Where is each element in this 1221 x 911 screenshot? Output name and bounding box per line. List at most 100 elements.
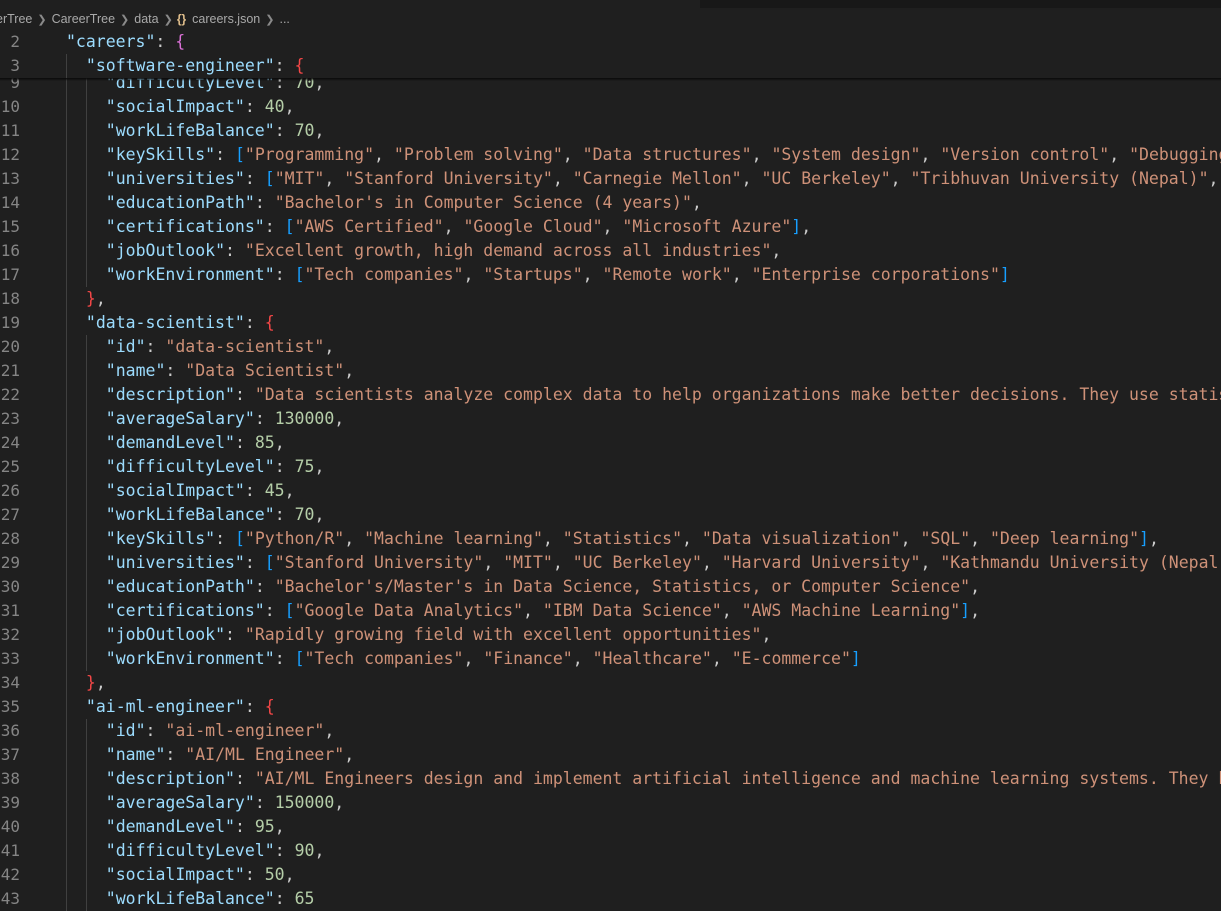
code-line[interactable]: 14 "educationPath": "Bachelor's in Comput… <box>0 191 1221 215</box>
line-number[interactable]: 35 <box>0 695 20 719</box>
code-text[interactable]: "workEnvironment": ["Tech companies", "S… <box>106 263 1010 287</box>
line-number[interactable]: 2 <box>0 30 20 54</box>
code-line[interactable]: 17 "workEnvironment": ["Tech companies", … <box>0 263 1221 287</box>
code-text[interactable]: "description": "Data scientists analyze … <box>106 383 1221 407</box>
line-number[interactable]: 20 <box>0 335 20 359</box>
code-line[interactable]: 10 "socialImpact": 40, <box>0 95 1221 119</box>
line-number[interactable]: 18 <box>0 287 20 311</box>
code-line[interactable]: 31 "certifications": ["Google Data Analyt… <box>0 599 1221 623</box>
breadcrumb-item-root[interactable]: erTree <box>0 12 33 26</box>
code-text[interactable]: "description": "AI/ML Engineers design a… <box>106 767 1221 791</box>
code-line[interactable]: 15 "certifications": ["AWS Certified", "G… <box>0 215 1221 239</box>
code-line[interactable]: 24 "demandLevel": 85, <box>0 431 1221 455</box>
line-number[interactable]: 26 <box>0 479 20 503</box>
code-text[interactable]: "name": "Data Scientist", <box>106 359 354 383</box>
code-text[interactable]: "educationPath": "Bachelor's/Master's in… <box>106 575 980 599</box>
line-number[interactable]: 16 <box>0 239 20 263</box>
line-number[interactable]: 12 <box>0 143 20 167</box>
code-line[interactable]: 28 "keySkills": ["Python/R", "Machine lea… <box>0 527 1221 551</box>
line-number[interactable]: 3 <box>0 54 20 78</box>
code-text[interactable]: "jobOutlook": "Rapidly growing field wit… <box>106 623 772 647</box>
code-text[interactable]: "id": "ai-ml-engineer", <box>106 719 335 743</box>
code-line[interactable]: 39 "averageSalary": 150000, <box>0 791 1221 815</box>
line-number[interactable]: 33 <box>0 647 20 671</box>
code-text[interactable]: }, <box>86 671 106 695</box>
line-number[interactable]: 36 <box>0 719 20 743</box>
code-text[interactable]: "socialImpact": 45, <box>106 479 295 503</box>
line-number[interactable]: 27 <box>0 503 20 527</box>
sticky-scroll-header[interactable]: 2 "careers": { 3 "software-engineer": { <box>0 30 1221 78</box>
code-text[interactable]: "averageSalary": 130000, <box>106 407 344 431</box>
code-line[interactable]: 42 "socialImpact": 50, <box>0 863 1221 887</box>
code-line[interactable]: 33 "workEnvironment": ["Tech companies", … <box>0 647 1221 671</box>
code-line[interactable]: 32 "jobOutlook": "Rapidly growing field w… <box>0 623 1221 647</box>
line-number[interactable]: 40 <box>0 815 20 839</box>
code-line[interactable]: 36 "id": "ai-ml-engineer", <box>0 719 1221 743</box>
code-text[interactable]: "id": "data-scientist", <box>106 335 335 359</box>
line-number[interactable]: 10 <box>0 95 20 119</box>
line-number[interactable]: 39 <box>0 791 20 815</box>
code-text[interactable]: "universities": ["MIT", "Stanford Univer… <box>106 167 1219 191</box>
line-number[interactable]: 34 <box>0 671 20 695</box>
breadcrumb-item-file[interactable]: careers.json <box>191 12 261 26</box>
code-text[interactable]: "averageSalary": 150000, <box>106 791 344 815</box>
code-line[interactable]: 22 "description": "Data scientists analyz… <box>0 383 1221 407</box>
line-number[interactable]: 38 <box>0 767 20 791</box>
code-line[interactable]: 11 "workLifeBalance": 70, <box>0 119 1221 143</box>
line-number[interactable]: 21 <box>0 359 20 383</box>
code-text[interactable]: "workEnvironment": ["Tech companies", "F… <box>106 647 861 671</box>
code-text[interactable]: "keySkills": ["Programming", "Problem so… <box>106 143 1221 167</box>
line-number[interactable]: 29 <box>0 551 20 575</box>
code-text[interactable]: "educationPath": "Bachelor's in Computer… <box>106 191 702 215</box>
code-line[interactable]: 21 "name": "Data Scientist", <box>0 359 1221 383</box>
code-line[interactable]: 18}, <box>0 287 1221 311</box>
code-text[interactable]: "name": "AI/ML Engineer", <box>106 743 354 767</box>
code-text[interactable]: "jobOutlook": "Excellent growth, high de… <box>106 239 782 263</box>
line-number[interactable]: 14 <box>0 191 20 215</box>
code-text[interactable]: "demandLevel": 95, <box>106 815 285 839</box>
line-number[interactable]: 11 <box>0 119 20 143</box>
code-text[interactable]: "socialImpact": 40, <box>106 95 295 119</box>
code-line[interactable]: 26 "socialImpact": 45, <box>0 479 1221 503</box>
code-text[interactable]: "socialImpact": 50, <box>106 863 295 887</box>
code-line[interactable]: 13 "universities": ["MIT", "Stanford Univ… <box>0 167 1221 191</box>
line-number[interactable]: 15 <box>0 215 20 239</box>
code-line[interactable]: 19 "data-scientist": { <box>0 311 1221 335</box>
code-text[interactable]: "keySkills": ["Python/R", "Machine learn… <box>106 527 1159 551</box>
code-line[interactable]: 40 "demandLevel": 95, <box>0 815 1221 839</box>
line-number[interactable]: 37 <box>0 743 20 767</box>
code-text[interactable]: "workLifeBalance": 65 <box>106 887 315 911</box>
line-number[interactable]: 13 <box>0 167 20 191</box>
code-text[interactable]: "ai-ml-engineer": { <box>86 695 275 719</box>
line-number[interactable]: 24 <box>0 431 20 455</box>
code-line[interactable]: 25 "difficultyLevel": 75, <box>0 455 1221 479</box>
line-number[interactable]: 31 <box>0 599 20 623</box>
code-text[interactable]: "certifications": ["Google Data Analytic… <box>106 599 980 623</box>
line-number[interactable]: 42 <box>0 863 20 887</box>
code-text[interactable]: "universities": ["Stanford University", … <box>106 551 1221 575</box>
code-line[interactable]: 27 "workLifeBalance": 70, <box>0 503 1221 527</box>
code-line[interactable]: 34}, <box>0 671 1221 695</box>
code-text[interactable]: "workLifeBalance": 70, <box>106 503 325 527</box>
code-line[interactable]: 30 "educationPath": "Bachelor's/Master's … <box>0 575 1221 599</box>
line-number[interactable]: 25 <box>0 455 20 479</box>
line-number[interactable]: 28 <box>0 527 20 551</box>
code-text[interactable]: "careers": { <box>66 30 185 54</box>
breadcrumb-item-folder[interactable]: data <box>133 12 159 26</box>
line-number[interactable]: 23 <box>0 407 20 431</box>
line-number[interactable]: 41 <box>0 839 20 863</box>
line-number[interactable]: 17 <box>0 263 20 287</box>
code-line[interactable]: 23 "averageSalary": 130000, <box>0 407 1221 431</box>
code-line[interactable]: 29 "universities": ["Stanford University"… <box>0 551 1221 575</box>
line-number[interactable]: 22 <box>0 383 20 407</box>
code-line[interactable]: 20 "id": "data-scientist", <box>0 335 1221 359</box>
code-text[interactable]: }, <box>86 287 106 311</box>
code-line[interactable]: 3 "software-engineer": { <box>0 54 1221 78</box>
code-text[interactable]: "software-engineer": { <box>86 54 305 78</box>
code-line[interactable]: 35 "ai-ml-engineer": { <box>0 695 1221 719</box>
code-text[interactable]: "difficultyLevel": 90, <box>106 839 325 863</box>
breadcrumb-item-project[interactable]: CareerTree <box>51 12 116 26</box>
code-line[interactable]: 38 "description": "AI/ML Engineers design… <box>0 767 1221 791</box>
breadcrumb-item-symbol[interactable]: ... <box>278 12 290 26</box>
code-text[interactable]: "workLifeBalance": 70, <box>106 119 325 143</box>
